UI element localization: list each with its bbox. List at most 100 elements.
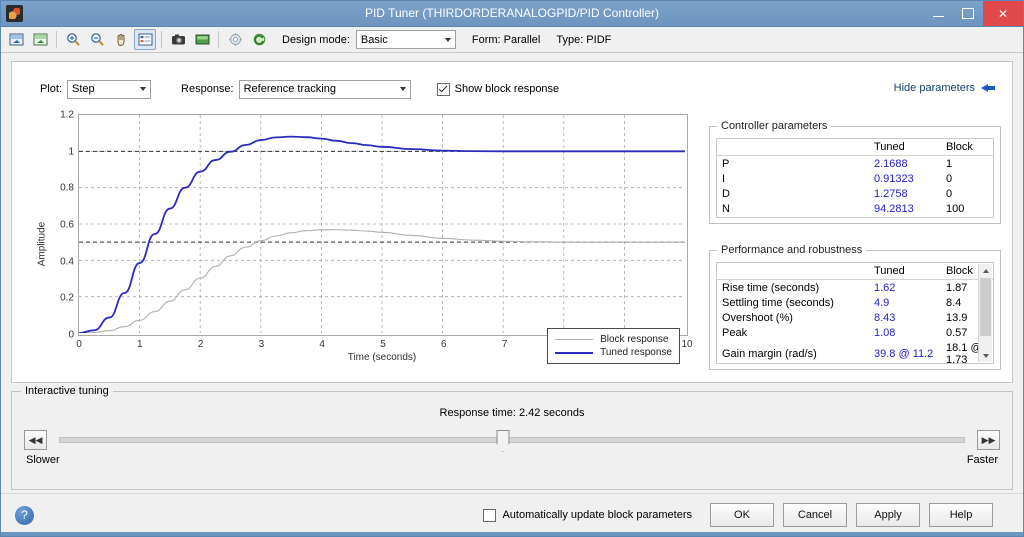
title-bar: PID Tuner (THIRDORDERANALOGPID/PID Contr… [1,1,1023,27]
cell-name: D [722,187,730,200]
maximize-button[interactable] [953,1,983,26]
dialog-buttons: OK Cancel Apply Help [710,503,993,527]
performance-panel: Performance and robustness Tuned Block R… [709,244,1001,370]
cell-name: Peak [722,326,748,339]
options-gear-icon[interactable] [224,29,246,50]
hide-parameters-link[interactable]: Hide parameters [894,82,996,94]
response-label: Response: [181,83,234,95]
chevron-down-icon [140,87,147,91]
y-axis-tick: 1.2 [60,109,74,121]
toolbar-separator [218,31,219,48]
x-axis-tick: 0 [76,339,82,350]
reset-icon[interactable] [248,29,270,50]
table-row[interactable]: Settling time (seconds) 4.9 8.4 [717,295,993,310]
cell-tuned: 1.08 [874,326,896,339]
plot-select[interactable]: Step [67,79,152,99]
minimize-button[interactable] [923,1,953,26]
cell-tuned: 4.9 [874,296,890,309]
cell-block: 1 [946,157,953,170]
cell-block: 0 [946,187,953,200]
chevron-down-icon [444,37,451,42]
controller-parameters-table: Tuned Block P 2.1688 1 I 0.91323 0 D 1.2758 0 N 94… [717,139,993,216]
pid-tuner-window: PID Tuner (THIRDORDERANALOGPID/PID Contr… [0,0,1024,537]
help-button[interactable]: Help [929,503,993,527]
toolbar-separator [56,31,57,48]
close-button[interactable]: ✕ [983,1,1023,26]
th-block: Block [941,139,993,156]
x-axis-tick: 4 [319,339,325,350]
y-axis-tick: 1 [68,146,74,158]
legend-swatch-block [555,339,594,340]
table-row[interactable]: Rise time (seconds) 1.62 1.87 [717,280,993,296]
cancel-button[interactable]: Cancel [783,503,847,527]
cell-tuned: 2.1688 [874,157,908,170]
scroll-down-icon[interactable] [979,349,992,362]
table-row[interactable]: N 94.2813 100 [717,201,993,216]
snapshot-icon[interactable] [167,29,189,50]
auto-update-label: Automatically update block parameters [502,509,692,521]
export-icon[interactable] [191,29,213,50]
performance-caption: Performance and robustness [717,244,867,256]
design-mode-select[interactable]: Basic [355,30,456,49]
plot-canvas [78,115,685,334]
slower-nudge-button[interactable]: ◀◀ [24,430,47,450]
table-row[interactable]: Peak 1.08 0.57 [717,325,993,340]
apply-button[interactable]: Apply [856,503,920,527]
faster-nudge-button[interactable]: ▶▶ [977,430,1000,450]
plot-axes[interactable]: 00.20.40.60.811.2012345678910 [60,110,692,351]
table-header-row: Tuned Block [717,139,993,156]
cell-tuned: 1.2758 [874,187,908,200]
window-title: PID Tuner (THIRDORDERANALOGPID/PID Contr… [364,6,660,20]
legend-label-block: Block response [600,334,669,345]
footer-bar: ? Automatically update block parameters … [1,493,1023,536]
y-axis-tick: 0.4 [60,256,74,268]
response-time-slider-row: ◀◀ ▶▶ [24,429,1000,452]
scroll-thumb[interactable] [980,278,991,336]
step-response-plot: Amplitude 00.20.40.60.811.2012345678910 … [36,110,693,374]
response-time-slider[interactable] [59,430,965,452]
y-axis-tick: 0.6 [60,219,74,231]
th-tuned: Tuned [869,263,941,280]
cell-block: 0 [946,172,953,185]
legend-item: Tuned response [555,346,672,359]
auto-update-checkbox[interactable]: Automatically update block parameters [483,508,692,522]
plot-value: Step [72,83,95,95]
y-axis-tick: 0.8 [60,182,74,194]
interactive-tuning-panel: Interactive tuning Response time: 2.42 s… [11,385,1013,490]
table-row[interactable]: D 1.2758 0 [717,186,993,201]
performance-table: Tuned Block Rise time (seconds) 1.62 1.87 S… [717,263,993,364]
legend-label-tuned: Tuned response [600,347,672,358]
design-mode-label: Design mode: [282,33,350,46]
type-label: Type: PIDF [556,33,612,46]
legend-icon[interactable] [134,29,156,50]
y-axis-label: Amplitude [36,221,48,267]
main-panel: Plot: Step Response: Reference tracking … [11,61,1013,383]
slower-label: Slower [26,454,60,466]
scroll-up-icon[interactable] [979,264,992,277]
ok-button[interactable]: OK [710,503,774,527]
zoom-in-icon[interactable] [62,29,84,50]
show-block-response-checkbox[interactable]: Show block response [436,82,559,96]
arrow-left-icon [981,83,996,94]
hide-parameters-label: Hide parameters [893,82,975,94]
response-time-label: Response time: 2.42 seconds [439,407,585,419]
table-row[interactable]: Gain margin (rad/s) 39.8 @ 11.2 18.1 @ 1.7… [717,340,993,364]
table-row[interactable]: I 0.91323 0 [717,171,993,186]
table-row[interactable]: P 2.1688 1 [717,156,993,172]
help-circle-icon[interactable]: ? [15,505,34,525]
performance-scrollbar[interactable] [978,264,992,362]
table-row[interactable]: Overshoot (%) 8.43 13.9 [717,310,993,325]
add-plot-alt-icon[interactable] [29,29,51,50]
controller-parameters-panel: Controller parameters Tuned Block P 2.168… [709,120,1001,224]
pan-icon[interactable] [110,29,132,50]
cell-tuned: 39.8 @ 11.2 [874,347,934,360]
cell-name: P [722,157,730,170]
x-axis-tick: 7 [501,339,508,350]
response-select[interactable]: Reference tracking [238,79,411,99]
slider-thumb[interactable] [496,430,510,452]
zoom-out-icon[interactable] [86,29,108,50]
th-name [717,263,869,280]
add-plot-icon[interactable] [5,29,27,50]
x-axis-tick: 10 [681,339,693,350]
checkbox-box [436,82,450,96]
